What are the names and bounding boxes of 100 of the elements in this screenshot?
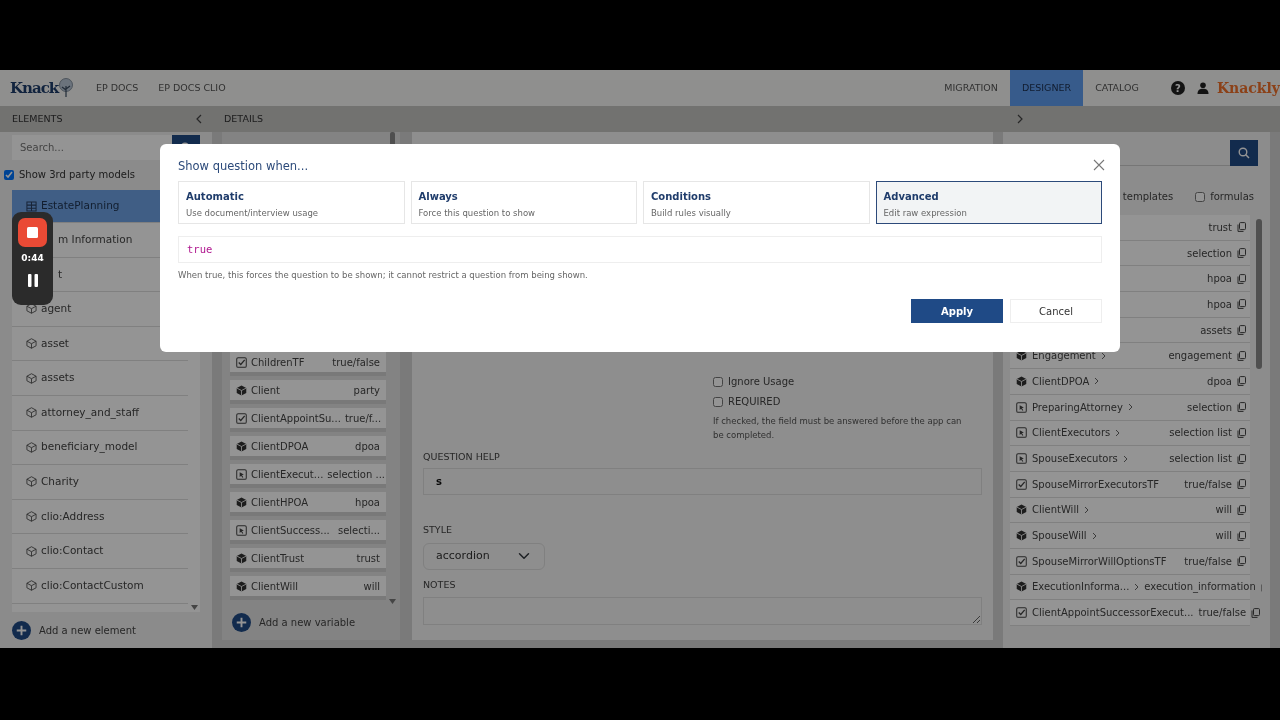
cube-icon — [236, 440, 247, 452]
checkbox[interactable] — [713, 396, 723, 407]
checkbox[interactable] — [1195, 191, 1206, 202]
nav-link[interactable]: CATALOG — [1083, 70, 1151, 106]
variable-name: SpouseMirrorExecutorsTF — [1032, 477, 1160, 492]
variable-name: ClientHPOA — [251, 495, 309, 510]
variable-name: ClientExecutors — [1032, 426, 1111, 441]
variable-item[interactable]: SpouseMirrorExecutorsTF true/false — [1010, 471, 1250, 498]
sidebar-item[interactable]: assets — [12, 361, 188, 396]
copy-icon[interactable] — [1237, 248, 1246, 259]
copy-icon[interactable] — [1237, 299, 1246, 310]
checkbox[interactable] — [713, 376, 723, 387]
variable-item[interactable]: ClientSuccess... selecti... — [230, 520, 386, 544]
tree-icon — [58, 78, 75, 98]
variable-item[interactable]: ClientExecut... selection ... — [230, 464, 386, 488]
variable-item[interactable]: ClientDPOA dpoa — [230, 436, 386, 460]
question-help-field[interactable]: s — [423, 468, 982, 496]
add-element-link[interactable]: Add a new element — [39, 622, 136, 638]
variable-item[interactable]: ClientWill will — [230, 576, 386, 600]
search-field[interactable]: Search... — [12, 135, 172, 160]
copy-icon[interactable] — [1237, 530, 1246, 541]
brand-logo: Knackly — [1216, 78, 1280, 98]
add-icon[interactable] — [12, 620, 31, 640]
variable-type: true/false — [1198, 606, 1247, 621]
variable-item[interactable]: SpouseMirrorWillOptionsTF true/false — [1010, 548, 1250, 575]
copy-icon[interactable] — [1237, 350, 1246, 361]
copy-icon[interactable] — [1237, 222, 1246, 233]
copy-icon[interactable] — [1237, 427, 1246, 438]
variable-item[interactable]: ClientAppointSu... true/f... — [230, 408, 386, 432]
field-label: NOTES — [423, 577, 457, 592]
checkbox[interactable] — [4, 169, 14, 180]
sidebar-item[interactable]: clio:Contact — [12, 534, 188, 569]
user-icon[interactable] — [1196, 82, 1209, 94]
option-card[interactable]: Advanced Edit raw expression — [875, 181, 1102, 225]
variable-item[interactable]: ClientExecutors selection list — [1010, 420, 1250, 447]
cube-icon — [236, 384, 247, 396]
help-icon[interactable]: ? — [1170, 81, 1185, 95]
selection-icon — [236, 468, 247, 480]
copy-icon[interactable] — [1237, 273, 1246, 284]
field-label: STYLE — [423, 523, 453, 538]
pause-button[interactable] — [27, 273, 38, 287]
style-select[interactable]: accordion — [423, 542, 545, 570]
nav-link[interactable]: MIGRATION — [932, 70, 1010, 106]
copy-icon[interactable] — [1237, 402, 1246, 413]
sidebar-item[interactable]: Charity — [12, 465, 188, 500]
selection-icon — [236, 524, 247, 536]
copy-icon[interactable] — [1251, 607, 1261, 618]
panel-title: DETAILS — [224, 111, 263, 126]
sidebar-item[interactable]: attorney_and_staff — [12, 395, 188, 431]
variable-item[interactable]: ClientWill will — [1010, 497, 1250, 524]
variable-item[interactable]: Client party — [230, 380, 386, 404]
collapse-icon[interactable] — [195, 114, 202, 124]
option-card[interactable]: Always Force this question to show — [410, 181, 637, 225]
variable-item[interactable]: SpouseWill will — [1010, 523, 1250, 549]
sidebar-item[interactable]: clio:Address — [12, 499, 188, 535]
copy-icon[interactable] — [1237, 479, 1246, 490]
copy-icon[interactable] — [1237, 453, 1246, 464]
add-variable-link[interactable]: Add a new variable — [259, 614, 356, 630]
variable-item[interactable]: PreparingAttorney selection — [1010, 394, 1250, 421]
variable-item[interactable]: ClientTrust trust — [230, 548, 386, 572]
sidebar-item[interactable]: beneficiary_model — [12, 430, 188, 466]
nav-link[interactable]: EP DOCS — [86, 70, 149, 106]
variable-item[interactable]: ClientHPOA hpoa — [230, 492, 386, 516]
variable-name: Client — [251, 383, 280, 398]
expression-field[interactable]: true — [178, 236, 1102, 264]
variable-type: selecti... — [337, 523, 380, 538]
checkbox-icon — [1016, 478, 1027, 490]
cancel-button[interactable]: Cancel — [1010, 299, 1102, 323]
cube-icon — [236, 496, 247, 508]
apply-button[interactable]: Apply — [911, 299, 1003, 323]
cube-icon — [26, 303, 37, 315]
copy-icon[interactable] — [1237, 504, 1246, 515]
option-card[interactable]: Conditions Build rules visually — [643, 181, 870, 225]
copy-icon[interactable] — [1237, 325, 1246, 336]
variable-type: party — [353, 383, 380, 398]
search-button[interactable] — [1230, 140, 1258, 166]
scrollbar[interactable] — [1256, 219, 1262, 369]
option-card[interactable]: Automatic Use document/interview usage — [178, 181, 405, 225]
close-button[interactable] — [1093, 159, 1105, 171]
variable-type: will — [1215, 529, 1232, 544]
add-icon[interactable] — [232, 612, 251, 632]
variable-type: execution_information — [1144, 580, 1256, 595]
table-icon — [26, 200, 37, 212]
variable-item[interactable]: SpouseExecutors selection list — [1010, 446, 1250, 472]
cube-icon — [26, 476, 37, 488]
variable-type: selection — [1187, 246, 1232, 261]
scroll-down-icon[interactable] — [191, 605, 198, 610]
variable-name: Engagement — [1032, 349, 1096, 364]
nav-link[interactable]: EP DOCS CLIO — [148, 70, 236, 106]
expand-icon[interactable] — [1017, 114, 1024, 124]
copy-icon[interactable] — [1237, 376, 1246, 387]
variable-name: SpouseExecutors — [1032, 452, 1118, 467]
copy-icon[interactable] — [1237, 556, 1246, 567]
checkbox-label: REQUIRED — [728, 395, 781, 409]
sidebar-item[interactable]: clio:ContactCustom — [12, 568, 188, 604]
notes-field[interactable] — [423, 596, 982, 625]
scroll-down-icon[interactable] — [389, 599, 396, 604]
variable-item[interactable]: ClientDPOA dpoa — [1010, 369, 1250, 395]
variable-item[interactable]: ChildrenTF true/false — [230, 352, 386, 376]
stop-button[interactable] — [18, 218, 47, 247]
